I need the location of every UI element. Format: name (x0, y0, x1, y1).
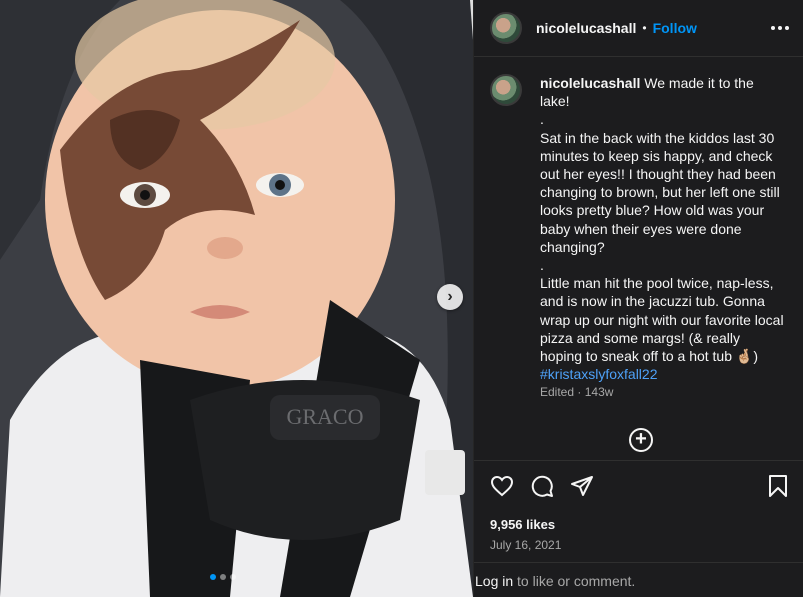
comment-bubble-icon[interactable] (530, 474, 554, 498)
login-suffix: to like or comment. (513, 573, 636, 589)
header-separator: • (642, 21, 647, 35)
likes-count[interactable]: 9,956 likes (490, 517, 555, 532)
avatar[interactable] (490, 12, 522, 44)
plus-circle-icon[interactable]: + (629, 428, 653, 452)
carousel-next-button[interactable]: › (437, 284, 463, 310)
avatar[interactable] (490, 74, 522, 106)
caption-meta: Edited · 143w (540, 385, 613, 399)
follow-button[interactable]: Follow (653, 20, 697, 36)
heart-icon[interactable] (490, 474, 514, 498)
chevron-right-icon: › (447, 288, 453, 305)
login-link[interactable]: Log in (475, 573, 513, 589)
more-horizontal-icon[interactable] (770, 18, 790, 38)
bookmark-icon[interactable] (767, 474, 789, 498)
carousel-dot (220, 574, 226, 580)
caption-text: nicolelucashall We made it to the lake! … (540, 74, 785, 383)
edited-label: Edited (540, 385, 575, 399)
post-side-panel: nicolelucashall • Follow nicolelucashall… (473, 0, 803, 597)
caption-line: . (540, 257, 544, 274)
author-username[interactable]: nicolelucashall (536, 20, 636, 36)
svg-text:GRACO: GRACO (286, 404, 363, 429)
hashtag-link[interactable]: #kristaxslyfoxfall22 (540, 366, 658, 382)
actions-divider (474, 460, 803, 461)
meta-separator: · (577, 385, 582, 399)
caption-line: . (540, 111, 544, 128)
carousel-dot (210, 574, 216, 580)
baby-photo-illustration: GRACO (0, 0, 473, 597)
post-age: 143w (584, 385, 614, 399)
paper-plane-icon[interactable] (570, 474, 594, 498)
caption-line: Little man hit the pool twice, nap-less,… (540, 275, 788, 365)
post-header: nicolelucashall • Follow (474, 0, 803, 57)
caption-username[interactable]: nicolelucashall (540, 75, 640, 91)
login-prompt: Log in to like or comment. (474, 562, 803, 597)
carousel-dot (230, 574, 236, 580)
post-actions (490, 474, 594, 498)
carousel-dots (210, 574, 236, 580)
caption-block: nicolelucashall We made it to the lake! … (490, 74, 790, 383)
post-photo: GRACO › (0, 0, 473, 597)
post-date[interactable]: July 16, 2021 (490, 538, 561, 552)
caption-line: Sat in the back with the kiddos last 30 … (540, 129, 784, 255)
